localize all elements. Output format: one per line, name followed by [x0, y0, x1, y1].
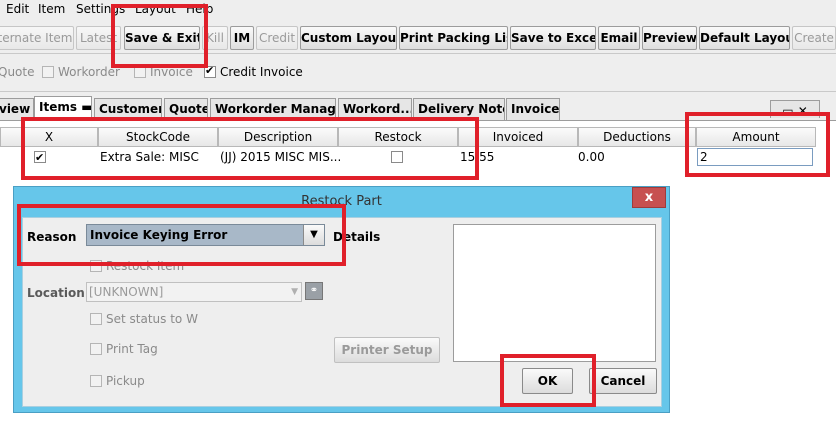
location-value: [UNKNOWN]: [89, 285, 164, 299]
menu-settings[interactable]: Settings: [76, 2, 125, 16]
dialog-title: Restock Part: [301, 194, 382, 209]
toolbar: ternate Item Latest Save & Exit Kill IM …: [0, 22, 836, 54]
tab-minimize-icon[interactable]: ▬: [81, 100, 91, 114]
details-textarea[interactable]: [453, 224, 656, 362]
column-header-description[interactable]: Description: [218, 127, 338, 147]
filter-row: Quote Workorder Invoice Credit Invoice: [0, 56, 836, 92]
restock-item-checkbox[interactable]: [90, 260, 102, 272]
restore-icon[interactable]: ▭: [782, 104, 793, 118]
details-label: Details: [333, 230, 381, 244]
dialog-body: Reason Invoice Keying Error ▼ Details Re…: [22, 217, 662, 407]
create-button[interactable]: Create: [792, 26, 836, 50]
credit-invoice-filter[interactable]: Credit Invoice: [204, 64, 303, 79]
close-icon[interactable]: ✕: [798, 104, 808, 118]
quote-filter-label[interactable]: Quote: [0, 65, 34, 79]
tab-items-label: Items: [39, 100, 77, 114]
row-deductions[interactable]: 0.00: [578, 148, 638, 166]
restock-part-dialog: Restock Part x Reason Invoice Keying Err…: [13, 186, 670, 413]
tab-invoice[interactable]: Invoice: [506, 98, 560, 120]
row-amount-input[interactable]: 2: [697, 148, 813, 166]
close-icon: x: [644, 190, 654, 205]
row-invoiced[interactable]: 15.55: [460, 148, 500, 166]
column-header-deductions[interactable]: Deductions: [578, 127, 696, 147]
menu-bar: Edit Item Settings Layout Help: [0, 0, 836, 20]
invoice-filter-label: Invoice: [150, 65, 193, 79]
tab-workorder[interactable]: Workord...: [338, 98, 412, 120]
menu-layout[interactable]: Layout: [135, 2, 176, 16]
location-label: Location: [27, 286, 85, 300]
preview-button[interactable]: Preview: [642, 26, 697, 50]
credit-button[interactable]: Credit: [256, 26, 298, 50]
row-stockcode[interactable]: Extra Sale: MISC: [100, 148, 218, 166]
row-x-cell[interactable]: [34, 148, 54, 166]
invoice-filter[interactable]: Invoice: [134, 65, 193, 79]
tab-delivery-notes[interactable]: Delivery Notes: [413, 98, 505, 120]
location-dropdown[interactable]: [UNKNOWN] ▼: [86, 282, 302, 302]
binoculars-icon[interactable]: ⚭: [305, 282, 323, 300]
menu-help[interactable]: Help: [186, 2, 213, 16]
workorder-filter[interactable]: Workorder: [42, 65, 120, 79]
column-header-x[interactable]: X: [0, 127, 98, 147]
tab-workorder-manager[interactable]: Workorder Manag...: [210, 98, 336, 120]
tab-quote[interactable]: Quote: [164, 98, 208, 120]
row-description[interactable]: (JJ) 2015 MISC MIS...: [218, 148, 340, 166]
tab-items[interactable]: Items ▬: [34, 96, 92, 120]
save-exit-button[interactable]: Save & Exit: [124, 26, 200, 50]
credit-invoice-label: Credit Invoice: [220, 65, 303, 79]
restock-item-label: Restock Item: [106, 259, 185, 273]
row-restock-cell[interactable]: [391, 148, 411, 166]
row-restock-checkbox[interactable]: [391, 151, 403, 163]
custom-layout-button[interactable]: Custom Layout: [300, 26, 397, 50]
tab-strip: view Items ▬ Customer Quote Workorder Ma…: [0, 96, 836, 120]
workorder-checkbox[interactable]: [42, 66, 54, 78]
tab-customer[interactable]: Customer: [94, 98, 162, 120]
column-header-invoiced[interactable]: Invoiced: [458, 127, 578, 147]
print-packing-list-button[interactable]: Print Packing List: [399, 26, 508, 50]
pickup-option[interactable]: Pickup: [90, 374, 145, 388]
printer-setup-button[interactable]: Printer Setup: [334, 337, 440, 363]
default-layout-button[interactable]: Default Layout: [699, 26, 790, 50]
cancel-button[interactable]: Cancel: [589, 368, 657, 394]
pickup-checkbox[interactable]: [90, 375, 102, 387]
set-status-label: Set status to W: [106, 312, 198, 326]
panel-window-controls[interactable]: ▭ ✕: [770, 100, 820, 118]
pickup-label: Pickup: [106, 374, 145, 388]
column-header-restock[interactable]: Restock: [338, 127, 458, 147]
tab-overview[interactable]: view: [0, 98, 34, 120]
set-status-option[interactable]: Set status to W: [90, 312, 198, 326]
menu-edit[interactable]: Edit: [6, 2, 29, 16]
im-button[interactable]: IM: [230, 26, 254, 50]
ok-button[interactable]: OK: [522, 368, 573, 394]
save-to-excel-button[interactable]: Save to Excel: [510, 26, 596, 50]
column-header-stockcode[interactable]: StockCode: [98, 127, 218, 147]
chevron-down-icon[interactable]: ▼: [291, 283, 298, 301]
email-button[interactable]: Email: [598, 26, 640, 50]
latest-button[interactable]: Latest: [76, 26, 121, 50]
invoice-checkbox[interactable]: [134, 66, 146, 78]
print-tag-option[interactable]: Print Tag: [90, 342, 158, 356]
dialog-close-button[interactable]: x: [632, 187, 666, 208]
reason-dropdown[interactable]: Invoice Keying Error ▼: [86, 224, 325, 246]
workorder-filter-label: Workorder: [58, 65, 120, 79]
credit-invoice-checkbox[interactable]: [204, 64, 216, 78]
reason-label: Reason: [27, 230, 77, 244]
set-status-checkbox[interactable]: [90, 313, 102, 325]
reason-selected-value: Invoice Keying Error: [90, 228, 228, 242]
print-tag-label: Print Tag: [106, 342, 158, 356]
kill-button[interactable]: Kill: [202, 26, 228, 50]
column-header-amount[interactable]: Amount: [696, 127, 816, 147]
print-tag-checkbox[interactable]: [90, 343, 102, 355]
restock-item-option[interactable]: Restock Item: [90, 259, 184, 273]
chevron-down-icon[interactable]: ▼: [303, 225, 324, 245]
row-select-checkbox[interactable]: [34, 149, 46, 166]
menu-item[interactable]: Item: [38, 2, 65, 16]
alternate-item-button[interactable]: ternate Item: [0, 26, 74, 50]
